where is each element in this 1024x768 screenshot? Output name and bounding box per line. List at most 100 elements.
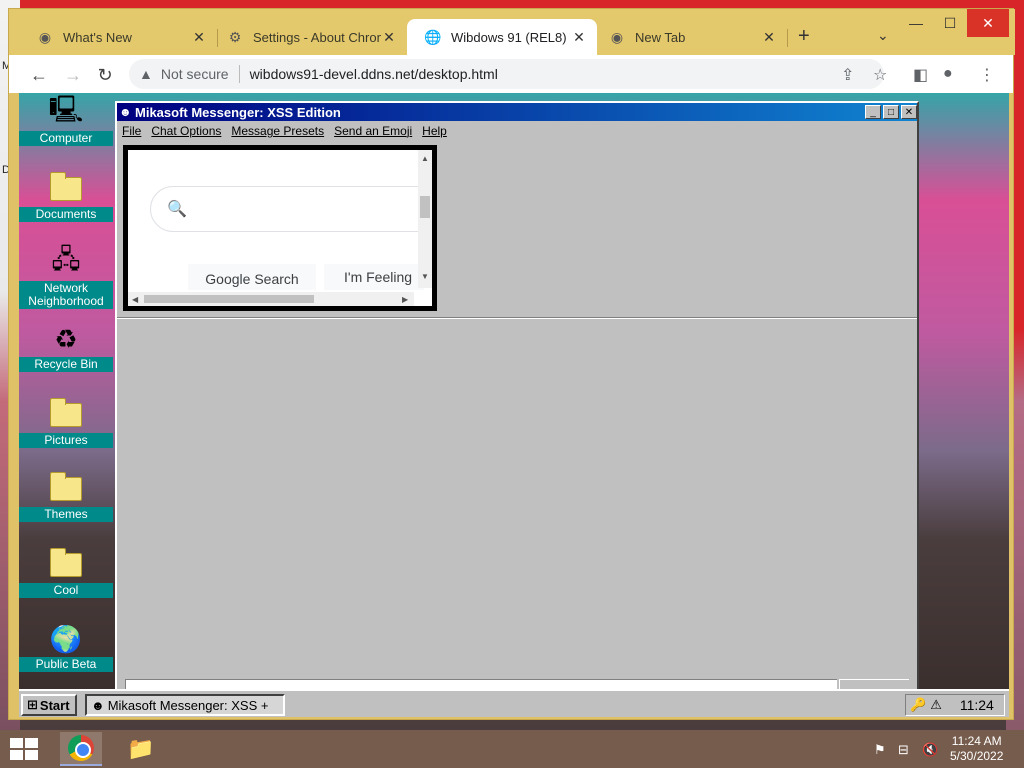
- chrome-icon: [68, 735, 94, 761]
- tab-new-tab[interactable]: ◉ New Tab ✕: [591, 19, 787, 55]
- scroll-down-icon[interactable]: ▼: [421, 272, 429, 281]
- folder-icon: [48, 398, 84, 431]
- file-explorer-icon: 📁: [127, 736, 155, 761]
- tab-whats-new[interactable]: ◉ What's New ✕: [19, 19, 217, 55]
- host-time: 11:24 AM: [951, 734, 1002, 748]
- scroll-thumb[interactable]: [420, 196, 430, 218]
- desktop-icon-themes[interactable]: Themes: [19, 472, 113, 522]
- gear-icon: ⚙: [228, 28, 242, 45]
- w91-taskbar-item-messenger[interactable]: ☻ Mikasoft Messenger: XSS +: [85, 694, 285, 716]
- warning-triangle-icon[interactable]: ▲: [139, 66, 153, 82]
- desktop-icon-label: Network Neighborhood: [19, 281, 113, 309]
- warning-icon[interactable]: ⚠: [930, 697, 942, 713]
- page-viewport: 🖳 Computer Documents 🖧 Network Neighborh…: [19, 93, 1009, 717]
- maximize-button[interactable]: ☐: [933, 9, 967, 37]
- desktop-icon-label: Themes: [19, 507, 113, 522]
- close-tab-icon[interactable]: ✕: [191, 29, 207, 46]
- desktop-icon-label: Documents: [19, 207, 113, 222]
- tab-title: Settings - About Chrom: [253, 29, 381, 45]
- close-tab-icon[interactable]: ✕: [761, 29, 777, 46]
- taskbar-chrome-app[interactable]: [60, 732, 102, 766]
- key-icon[interactable]: 🔑: [910, 697, 926, 713]
- messenger-title-bar[interactable]: ☻ Mikasoft Messenger: XSS Edition: [117, 103, 917, 121]
- close-tab-icon[interactable]: ✕: [571, 29, 587, 46]
- recycle-bin-icon: ♻: [54, 323, 78, 354]
- embedded-search-box[interactable]: 🔍: [150, 186, 432, 232]
- folder-icon: [48, 472, 84, 505]
- kebab-menu-icon[interactable]: ⋮: [979, 65, 995, 85]
- menu-help[interactable]: Help: [422, 124, 447, 138]
- profile-avatar-icon[interactable]: ●: [943, 65, 953, 83]
- feeling-lucky-button[interactable]: I'm Feeling: [324, 264, 424, 290]
- send-button[interactable]: [839, 679, 909, 689]
- tab-title: Wibdows 91 (REL8): [451, 29, 567, 45]
- network-icon[interactable]: ⊟: [898, 742, 909, 758]
- message-input[interactable]: [125, 679, 837, 689]
- google-search-button[interactable]: Google Search: [188, 264, 316, 290]
- w91-taskbar: ⊞ Start ☻ Mikasoft Messenger: XSS + 🔑 ⚠ …: [19, 689, 1009, 717]
- forward-arrow-icon[interactable]: →: [61, 63, 85, 87]
- windows-start-icon[interactable]: [10, 738, 38, 760]
- new-tab-button[interactable]: +: [798, 25, 810, 48]
- host-date: 5/30/2022: [950, 749, 1004, 763]
- tab-title: What's New: [63, 29, 132, 45]
- w91-system-tray: 🔑 ⚠ 11:24: [905, 694, 1005, 716]
- messenger-close-button[interactable]: ✕: [901, 105, 917, 119]
- back-arrow-icon[interactable]: ←: [27, 63, 51, 87]
- task-label: Mikasoft Messenger: XSS +: [107, 697, 269, 713]
- url-text[interactable]: wibdows91-devel.ddns.net/desktop.html: [250, 66, 498, 82]
- desktop-icon-label: Computer: [19, 131, 113, 146]
- menu-chat-options[interactable]: Chat Options: [151, 124, 221, 138]
- desktop-icon-documents[interactable]: Documents: [19, 172, 113, 222]
- w91-start-button[interactable]: ⊞ Start: [21, 694, 77, 716]
- desktop-icon-pictures[interactable]: Pictures: [19, 398, 113, 448]
- desktop-icon-computer[interactable]: 🖳 Computer: [19, 94, 113, 146]
- tab-strip: ◉ What's New ✕ ⚙ Settings - About Chrom …: [9, 9, 1015, 55]
- globe-shortcut-icon: 🌍: [49, 623, 83, 654]
- scroll-left-icon[interactable]: ◀: [132, 295, 138, 304]
- browser-toolbar: ← → ↻ ▲ Not secure wibdows91-devel.ddns.…: [9, 55, 1013, 93]
- volume-muted-icon[interactable]: 🔇: [922, 742, 938, 758]
- embedded-horizontal-scrollbar[interactable]: ◀ ▶: [128, 292, 414, 306]
- messenger-menu-bar: File Chat Options Message Presets Send a…: [117, 121, 917, 141]
- close-window-button[interactable]: ✕: [967, 9, 1009, 37]
- messenger-maximize-button[interactable]: □: [883, 105, 899, 119]
- address-bar[interactable]: ▲ Not secure wibdows91-devel.ddns.net/de…: [129, 59, 884, 89]
- chrome-icon: ◉: [38, 28, 52, 45]
- menu-file[interactable]: File: [122, 124, 141, 138]
- tab-settings[interactable]: ⚙ Settings - About Chrom ✕: [209, 19, 407, 55]
- bookmark-star-icon[interactable]: ☆: [873, 65, 887, 85]
- close-tab-icon[interactable]: ✕: [381, 29, 397, 46]
- embedded-page[interactable]: 🔍 Google Search I'm Feeling ▲ ▼ ◀ ▶: [128, 150, 432, 306]
- messenger-app-icon: ☻: [119, 105, 132, 119]
- computer-icon: 🖳: [48, 94, 84, 124]
- w91-clock[interactable]: 11:24: [960, 697, 994, 713]
- menu-message-presets[interactable]: Message Presets: [231, 124, 324, 138]
- tab-title: New Tab: [635, 29, 686, 45]
- taskbar-file-explorer-app[interactable]: 📁: [120, 732, 162, 766]
- share-icon[interactable]: ⇪: [841, 65, 854, 85]
- messenger-minimize-button[interactable]: _: [865, 105, 881, 119]
- desktop-icon-recycle-bin[interactable]: ♻ Recycle Bin: [19, 323, 113, 372]
- desktop-icon-public-beta[interactable]: 🌍 Public Beta: [19, 623, 113, 672]
- w91-desktop: 🖳 Computer Documents 🖧 Network Neighborh…: [19, 93, 1009, 691]
- scroll-up-icon[interactable]: ▲: [421, 154, 429, 163]
- windows-flag-icon: ⊞: [27, 697, 38, 712]
- security-status[interactable]: Not secure: [161, 66, 229, 82]
- folder-icon: [48, 548, 84, 581]
- desktop-icon-cool[interactable]: Cool: [19, 548, 113, 598]
- embedded-vertical-scrollbar[interactable]: ▲ ▼: [418, 150, 432, 288]
- search-icon: 🔍: [167, 201, 187, 218]
- scroll-thumb[interactable]: [144, 295, 314, 303]
- desktop-icon-network[interactable]: 🖧 Network Neighborhood: [19, 244, 113, 309]
- minimize-button[interactable]: —: [899, 9, 933, 37]
- host-clock[interactable]: 11:24 AM 5/30/2022: [950, 734, 1003, 764]
- messenger-title: Mikasoft Messenger: XSS Edition: [135, 104, 341, 120]
- tab-wibdows91[interactable]: 🌐 Wibdows 91 (REL8) ✕: [407, 19, 597, 55]
- scroll-right-icon[interactable]: ▶: [402, 295, 408, 304]
- flag-notification-icon[interactable]: ⚑: [874, 742, 886, 758]
- reload-icon[interactable]: ↻: [93, 63, 117, 87]
- menu-send-emoji[interactable]: Send an Emoji: [334, 124, 412, 138]
- tab-search-chevron-icon[interactable]: ⌄: [877, 27, 889, 44]
- side-panel-icon[interactable]: ◧: [913, 65, 928, 85]
